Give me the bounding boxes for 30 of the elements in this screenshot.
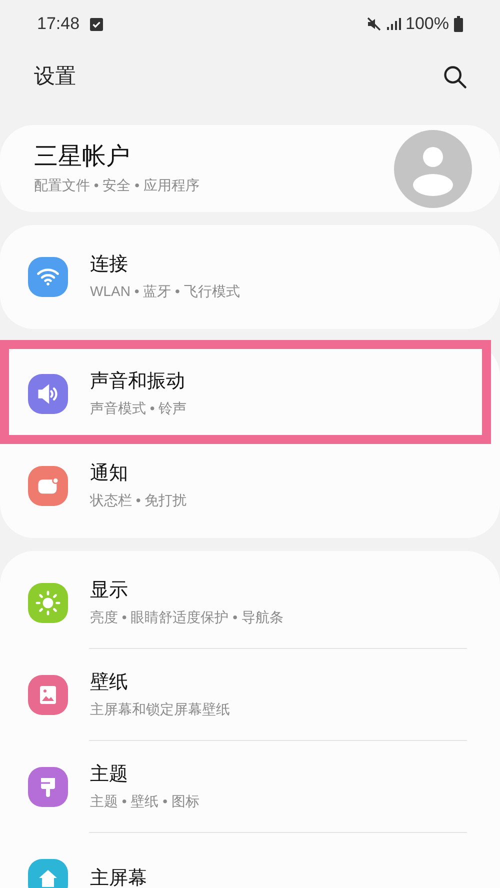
item-title: 通知: [90, 462, 129, 486]
item-subtitle: 声音模式 • 铃声: [90, 399, 188, 418]
item-title: 显示: [90, 579, 129, 603]
settings-item[interactable]: 通知 状态栏 • 免打扰: [0, 440, 500, 532]
item-title: 连接: [90, 253, 129, 277]
item-title: 声音和振动: [90, 370, 186, 394]
account-card[interactable]: 三星帐户 配置文件 • 安全 • 应用程序: [0, 125, 500, 212]
settings-item[interactable]: 主屏幕: [0, 833, 500, 888]
item-subtitle: 状态栏 • 免打扰: [90, 491, 188, 510]
item-subtitle: 主题 • 壁纸 • 图标: [90, 792, 200, 811]
search-icon: [442, 64, 468, 90]
account-subtitle: 配置文件 • 安全 • 应用程序: [34, 176, 200, 194]
page-title: 设置: [34, 64, 76, 90]
checkbox-icon: [90, 18, 103, 30]
item-subtitle: 亮度 • 眼睛舒适度保护 • 导航条: [90, 608, 284, 627]
item-subtitle: 主屏幕和锁定屏幕壁纸: [90, 700, 231, 719]
item-title: 壁纸: [90, 671, 129, 695]
mute-icon: [366, 16, 382, 32]
item-subtitle: WLAN • 蓝牙 • 飞行模式: [90, 282, 241, 301]
item-title: 主题: [90, 763, 129, 787]
clock: 17:48: [37, 13, 80, 36]
settings-item[interactable]: 连接 WLAN • 蓝牙 • 飞行模式: [0, 231, 500, 323]
signal-icon: [386, 18, 401, 30]
sun-icon: [34, 589, 62, 617]
battery-icon: [454, 16, 463, 32]
avatar-icon: [394, 130, 472, 208]
settings-item[interactable]: 声音和振动 声音模式 • 铃声: [0, 348, 500, 440]
battery-level: 100%: [406, 13, 449, 36]
account-title: 三星帐户: [34, 142, 131, 172]
item-title: 主屏幕: [90, 867, 148, 888]
